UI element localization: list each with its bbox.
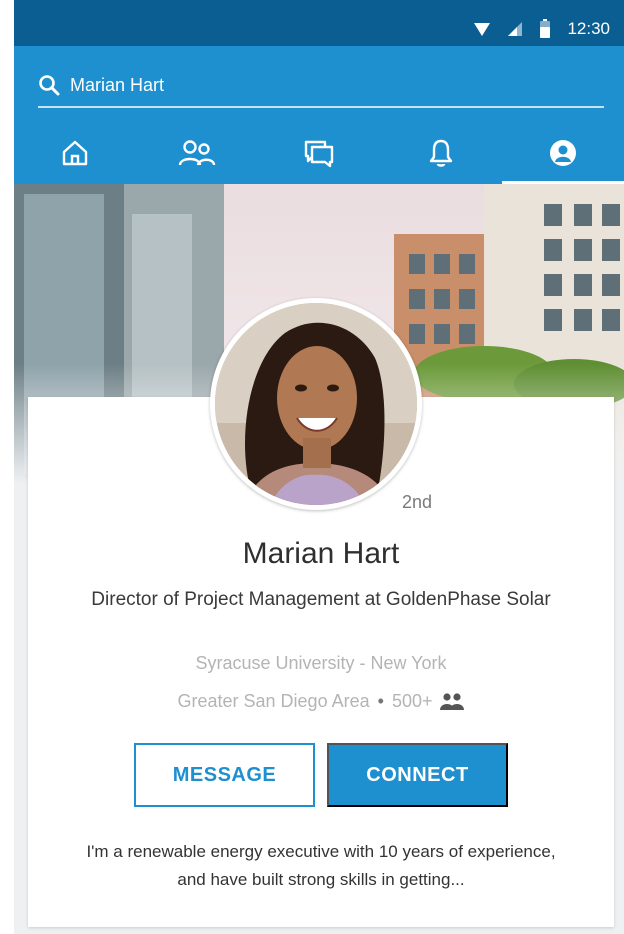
battery-icon: [540, 19, 551, 38]
profile-avatar[interactable]: [210, 298, 422, 510]
meta-separator: •: [377, 691, 384, 711]
profile-area: Greater San Diego Area: [177, 691, 370, 711]
profile-icon[interactable]: [548, 138, 578, 168]
connections-count: 500+: [391, 691, 433, 711]
connection-degree-badge: 2nd: [402, 492, 433, 512]
messages-icon[interactable]: [303, 138, 335, 168]
nav-network[interactable]: [136, 122, 258, 184]
nav-home[interactable]: [14, 122, 136, 184]
connect-button[interactable]: CONNECT: [327, 743, 508, 807]
profile-meta: Greater San Diego Area • 500+: [28, 691, 614, 712]
nav-messages[interactable]: [258, 122, 380, 184]
nav-bar: [14, 122, 624, 184]
phone-screen: 12:30 Marian Hart 2nd Marian Hart Direct…: [14, 0, 624, 934]
status-icons: 12:30: [473, 18, 610, 40]
signal-icon: [508, 22, 523, 36]
nav-notifications[interactable]: [380, 122, 502, 184]
wifi-icon: [474, 23, 491, 36]
notifications-icon[interactable]: [427, 138, 455, 168]
people-icon[interactable]: [177, 138, 217, 168]
search-icon[interactable]: [38, 74, 60, 96]
message-button[interactable]: MESSAGE: [134, 743, 315, 807]
nav-profile[interactable]: [502, 122, 624, 184]
profile-headline: Director of Project Management at Golden…: [91, 589, 551, 610]
status-bar: 12:30: [14, 0, 624, 46]
home-icon[interactable]: [60, 138, 90, 168]
status-time: 12:30: [567, 19, 610, 38]
profile-name: Marian Hart: [242, 537, 400, 570]
search-bar[interactable]: Marian Hart: [38, 64, 604, 108]
profile-summary[interactable]: I'm a renewable energy executive with 10…: [78, 838, 564, 894]
profile-education-location: Syracuse University - New York: [195, 653, 447, 673]
search-input[interactable]: Marian Hart: [70, 75, 164, 96]
avatar-photo: [215, 303, 417, 505]
connections-icon: [440, 692, 465, 710]
app-header: Marian Hart: [14, 46, 624, 184]
